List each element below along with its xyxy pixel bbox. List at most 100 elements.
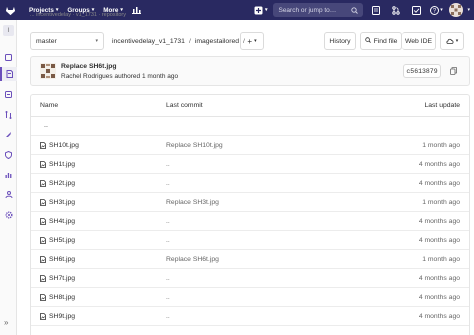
settings-gear-icon[interactable] [4,210,13,219]
commit-message[interactable]: .. [166,313,170,320]
clone-download-button[interactable]: ▾ [440,32,464,50]
file-name[interactable]: SH10t.jpg [49,142,79,149]
file-name-cell[interactable]: SH7t.jpg [40,275,75,282]
last-update-time: 1 month ago [422,142,460,149]
file-name-cell[interactable]: SH6t.jpg [40,256,75,263]
add-to-tree-button[interactable]: + ▾ [240,32,264,50]
project-avatar[interactable]: I [3,25,14,36]
chevron-down-icon: ▾ [467,7,470,13]
commit-message[interactable]: .. [166,180,170,187]
file-name[interactable]: SH1t.jpg [49,161,75,168]
commit-message[interactable]: .. [166,275,170,282]
history-label: History [329,37,351,45]
table-row[interactable]: SH6t.jpg Replace SH6t.jpg 1 month ago [31,250,469,269]
author-avatar[interactable] [40,63,56,79]
breadcrumb: ... incentivedelay · v1_1731 · repositor… [30,12,126,18]
history-button[interactable]: History [324,32,356,50]
table-row[interactable]: SH3t.jpg Replace SH3t.jpg 1 month ago [31,193,469,212]
file-name[interactable]: SH5t.jpg [49,237,75,244]
project-overview-icon[interactable] [4,53,13,62]
file-name-cell[interactable]: SH8t.jpg [40,294,75,301]
members-icon[interactable] [4,190,13,199]
file-name-cell[interactable]: SH2t.jpg [40,180,75,187]
commit-sha-button[interactable]: c5613879 [403,64,441,78]
issues-sidebar-icon[interactable] [4,90,13,99]
file-name-cell[interactable]: SH10t.jpg [40,142,79,149]
new-item-button[interactable]: ▾ [254,6,267,15]
web-ide-button[interactable]: Web IDE [402,32,436,50]
path-root-link[interactable]: incentivedelay_v1_1731 [112,38,185,45]
analytics-chart-icon[interactable] [4,170,13,179]
add-label: + [247,36,253,46]
file-name-cell[interactable]: SH3t.jpg [40,199,75,206]
file-name[interactable]: SH9t.jpg [49,313,75,320]
collapse-sidebar-icon[interactable]: » [4,318,8,327]
operations-shield-icon[interactable] [4,150,13,159]
table-row[interactable]: SH2t.jpg.. 4 months ago [31,174,469,193]
ci-cd-rocket-icon[interactable] [4,130,13,139]
commit-message[interactable]: Replace SH10t.jpg [166,142,223,149]
commit-message[interactable]: .. [166,218,170,225]
parent-directory-row[interactable]: .. [31,117,469,136]
file-name-cell[interactable]: SH9t.jpg [40,313,75,320]
table-row[interactable]: SH5t.jpg.. 4 months ago [31,231,469,250]
project-sidebar: I » [0,20,17,335]
file-name[interactable]: SH6t.jpg [49,256,75,263]
last-commit-panel: Replace SH6t.jpg Rachel Rodrigues author… [30,56,470,86]
help-icon[interactable]: ? ▾ [429,3,443,17]
commit-message[interactable]: Replace SH3t.jpg [166,199,219,206]
table-row[interactable]: SH10t.jpg Replace SH10t.jpg 1 month ago [31,136,469,155]
gitlab-logo-icon[interactable] [0,0,20,20]
last-update-time: 1 month ago [422,199,460,206]
commit-message[interactable]: Replace SH6t.jpg [166,256,219,263]
find-file-button[interactable]: Find file [360,32,402,50]
user-menu[interactable]: ▾ [449,3,470,17]
copy-sha-icon[interactable] [445,64,461,78]
file-name[interactable]: SH7t.jpg [49,275,75,282]
file-name[interactable]: SH3t.jpg [49,199,75,206]
last-update-time: 4 months ago [418,237,460,244]
table-row[interactable]: SH4t.jpg.. 4 months ago [31,212,469,231]
file-name[interactable]: SH2t.jpg [49,180,75,187]
merge-request-icon[interactable] [389,3,403,17]
file-name[interactable]: SH4t.jpg [49,218,75,225]
file-name-cell[interactable]: SH5t.jpg [40,237,75,244]
image-file-icon [40,142,46,149]
file-name-cell[interactable]: SH4t.jpg [40,218,75,225]
path-breadcrumb: incentivedelay_v1_1731 / imagestailored … [112,32,249,50]
todo-check-icon[interactable] [409,3,423,17]
table-row[interactable]: SH8t.jpg.. 4 months ago [31,288,469,307]
last-update-time: 4 months ago [418,218,460,225]
search-icon [364,37,371,45]
last-update-time: 4 months ago [418,161,460,168]
file-tree-table: Name Last commit Last update .. SH10t.jp… [30,94,470,335]
commit-author[interactable]: Rachel Rodrigues [61,73,113,80]
commit-meta: Rachel Rodrigues authored 1 month ago [61,73,178,80]
branch-selector[interactable]: master ▾ [30,32,104,50]
chevron-down-icon: ▾ [95,38,98,44]
path-dir-link[interactable]: imagestailored [195,38,239,45]
table-row[interactable]: SH9t.jpg.. 4 months ago [31,307,469,326]
table-row[interactable]: SH7t.jpg.. 4 months ago [31,269,469,288]
chevron-down-icon: ▾ [440,7,443,13]
parent-directory-link[interactable]: .. [44,122,48,129]
commit-title[interactable]: Replace SH6t.jpg [61,63,117,70]
merge-requests-sidebar-icon[interactable] [4,110,13,119]
table-row[interactable]: SH1t.jpg.. 4 months ago [31,155,469,174]
commit-meta-suffix: authored 1 month ago [114,73,179,80]
issues-icon[interactable] [369,3,383,17]
last-update-time: 4 months ago [418,313,460,320]
column-last-update-header: Last update [424,102,460,109]
image-file-icon [40,180,46,187]
file-name-cell[interactable]: SH1t.jpg [40,161,75,168]
image-file-icon [40,294,46,301]
commit-message[interactable]: .. [166,161,170,168]
chevron-down-icon: ▾ [455,38,459,44]
repository-icon[interactable] [0,67,17,81]
path-separator: / [188,37,191,45]
file-name[interactable]: SH8t.jpg [49,294,75,301]
commit-message[interactable]: .. [166,237,170,244]
search-input[interactable]: Search or jump to… [273,3,364,17]
commit-message[interactable]: .. [166,294,170,301]
branch-name: master [36,37,57,45]
